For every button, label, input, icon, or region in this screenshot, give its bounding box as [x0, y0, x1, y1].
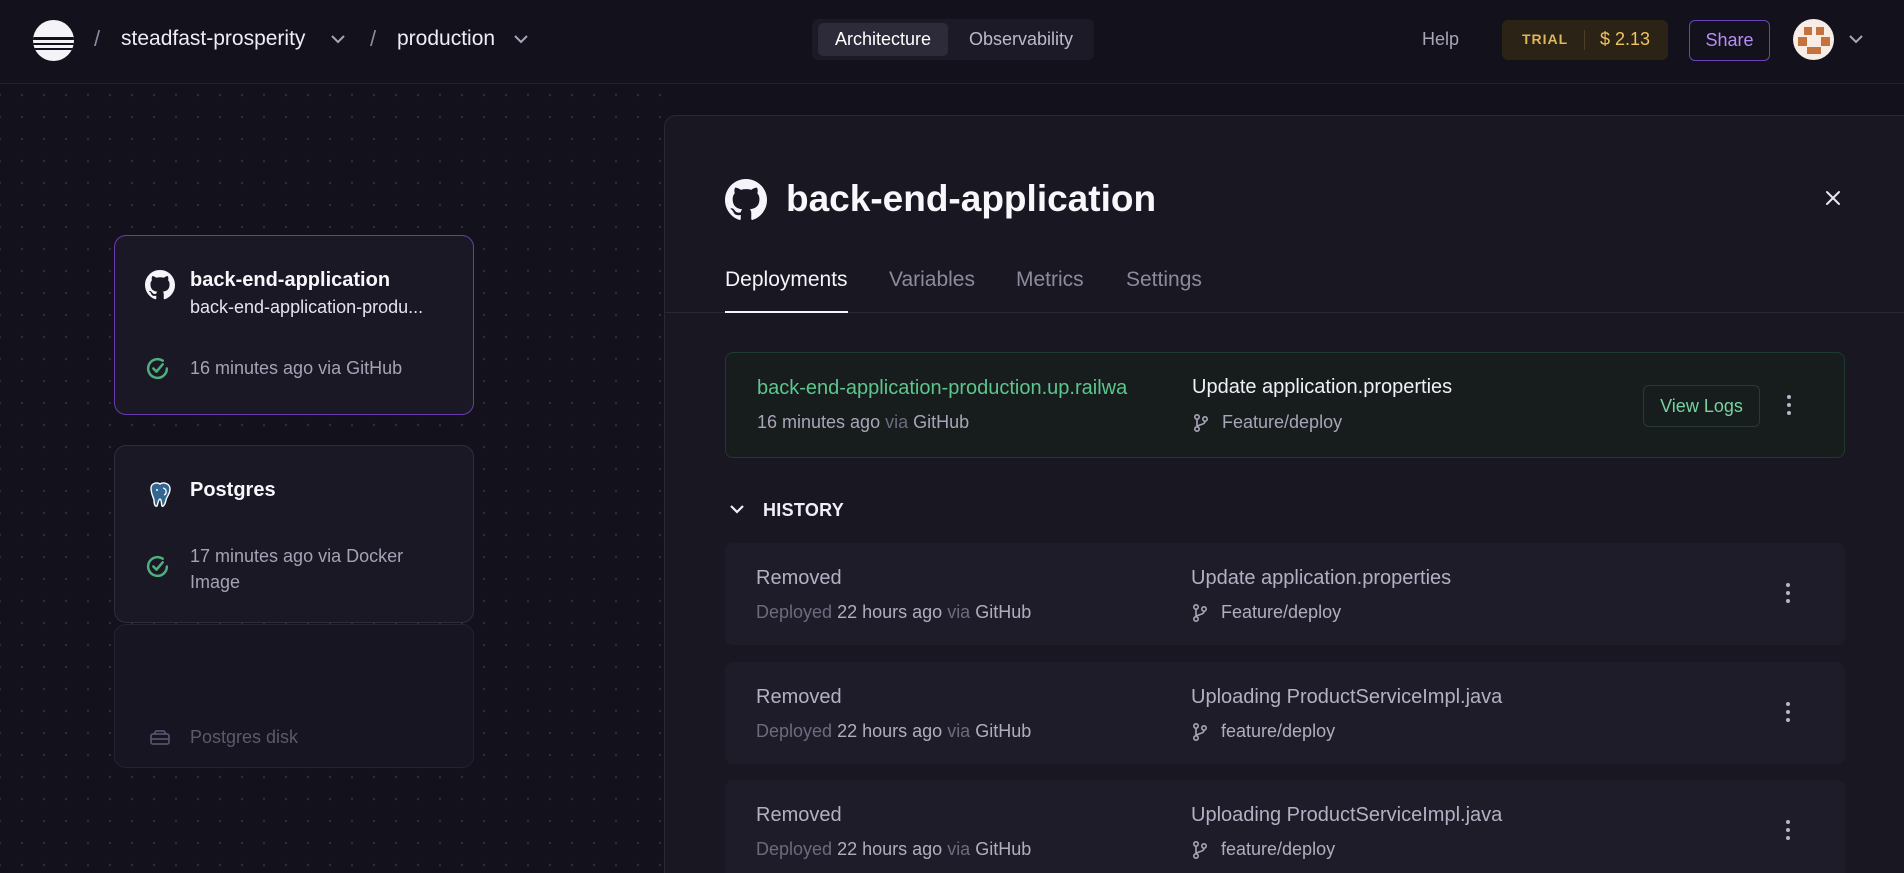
active-deployment-card[interactable]: back-end-application-production.up.railw… — [725, 352, 1845, 458]
deployment-meta: Deployed 22 hours ago via GitHub — [756, 839, 1031, 860]
tab-variables[interactable]: Variables — [889, 268, 975, 313]
more-options-icon[interactable] — [1785, 583, 1791, 605]
commit-message: Update application.properties — [1191, 567, 1452, 589]
git-branch-icon — [1193, 413, 1209, 433]
git-branch-icon — [1192, 840, 1208, 860]
chevron-down-icon — [730, 505, 744, 514]
branch-name: feature/deploy — [1221, 839, 1336, 859]
service-domain: back-end-application-produ... — [190, 297, 424, 317]
git-branch-icon — [1192, 603, 1208, 623]
more-options-icon[interactable] — [1785, 702, 1791, 724]
via-text: via — [947, 721, 971, 741]
volume-label: Postgres disk — [190, 727, 299, 747]
branch-info: feature/deploy — [1191, 839, 1335, 860]
environment-name[interactable]: production — [397, 27, 495, 51]
branch-info: feature/deploy — [1191, 721, 1335, 742]
avatar[interactable] — [1793, 19, 1834, 60]
breadcrumb-separator: / — [370, 26, 377, 51]
share-button[interactable]: Share — [1689, 20, 1770, 61]
panel-title: back-end-application — [786, 178, 1157, 219]
deployed-text: Deployed — [756, 839, 833, 859]
deployment-time: 22 hours ago — [837, 839, 943, 859]
chevron-down-icon[interactable] — [513, 34, 529, 44]
commit-message: Uploading ProductServiceImpl.java — [1191, 686, 1503, 708]
deployment-meta: 16 minutes ago via GitHub — [757, 412, 969, 433]
service-deploy-status: 16 minutes ago via GitHub — [190, 358, 403, 378]
deployment-status: Removed — [756, 567, 842, 589]
deployment-status: Removed — [756, 686, 842, 708]
tab-metrics[interactable]: Metrics — [1016, 268, 1084, 313]
service-title: back-end-application — [190, 269, 391, 291]
history-label: HISTORY — [763, 500, 845, 520]
usage-cost: $ 2.13 — [1600, 29, 1651, 49]
top-nav: / steadfast-prosperity / production Arch… — [0, 0, 1904, 84]
architecture-canvas[interactable]: back-end-application back-end-applicatio… — [0, 84, 666, 873]
deployment-status: Removed — [756, 804, 842, 826]
close-icon[interactable] — [1825, 190, 1841, 206]
via-text: via — [947, 839, 971, 859]
history-row[interactable]: Removed Deployed 22 hours ago via GitHub… — [725, 780, 1845, 873]
chevron-down-icon[interactable] — [330, 34, 346, 44]
via-text: via — [947, 602, 971, 622]
postgres-elephant-icon — [150, 482, 171, 507]
branch-name: Feature/deploy — [1222, 412, 1343, 432]
chevron-down-icon[interactable] — [1848, 34, 1864, 44]
db-deploy-status: 17 minutes ago via Docker Image — [190, 546, 404, 592]
service-detail-panel: back-end-application Deployments Variabl… — [664, 115, 1904, 873]
github-icon — [725, 179, 767, 220]
deployment-source: GitHub — [975, 602, 1032, 622]
history-row[interactable]: Removed Deployed 22 hours ago via GitHub… — [725, 662, 1845, 764]
deployment-meta: Deployed 22 hours ago via GitHub — [756, 721, 1031, 742]
history-row[interactable]: Removed Deployed 22 hours ago via GitHub… — [725, 543, 1845, 645]
check-circle-icon — [146, 357, 169, 380]
commit-message: Uploading ProductServiceImpl.java — [1191, 804, 1503, 826]
panel-tabs: Deployments Variables Metrics Settings — [665, 268, 1904, 313]
history-toggle[interactable]: HISTORY — [729, 500, 844, 521]
deployment-source: GitHub — [975, 839, 1032, 859]
git-branch-icon — [1192, 722, 1208, 742]
deployment-source: GitHub — [913, 412, 970, 432]
db-title: Postgres — [190, 479, 276, 501]
via-text: via — [885, 412, 909, 432]
deployment-time: 22 hours ago — [837, 602, 943, 622]
tab-architecture[interactable]: Architecture — [818, 23, 948, 56]
deployed-text: Deployed — [756, 602, 833, 622]
deployed-text: Deployed — [756, 721, 833, 741]
deployment-time: 16 minutes ago — [757, 412, 881, 432]
branch-info: Feature/deploy — [1192, 412, 1342, 433]
deployment-time: 22 hours ago — [837, 721, 943, 741]
deployment-source: GitHub — [975, 721, 1032, 741]
view-logs-button[interactable]: View Logs — [1643, 385, 1760, 427]
service-card-back-end-application[interactable]: back-end-application back-end-applicatio… — [114, 235, 474, 415]
more-options-icon[interactable] — [1786, 395, 1792, 417]
trial-usage-badge[interactable]: TRIAL $ 2.13 — [1502, 20, 1668, 60]
hard-drive-icon — [150, 730, 170, 745]
branch-name: feature/deploy — [1221, 721, 1336, 741]
service-card-postgres[interactable]: Postgres 17 minutes ago via Docker Image — [114, 445, 474, 623]
more-options-icon[interactable] — [1785, 820, 1791, 842]
railway-logo-icon[interactable] — [33, 20, 74, 61]
check-circle-icon — [146, 555, 169, 578]
volume-card-postgres-disk[interactable]: Postgres disk — [114, 624, 474, 768]
deployment-meta: Deployed 22 hours ago via GitHub — [756, 602, 1031, 623]
help-link[interactable]: Help — [1422, 29, 1459, 50]
tab-settings[interactable]: Settings — [1126, 268, 1202, 313]
commit-message: Update application.properties — [1192, 376, 1453, 398]
github-icon — [145, 270, 175, 300]
breadcrumb-separator: / — [94, 26, 101, 51]
view-switcher: Architecture Observability — [812, 19, 1094, 60]
project-name[interactable]: steadfast-prosperity — [121, 27, 305, 51]
deployment-url-link[interactable]: back-end-application-production.up.railw… — [757, 377, 1162, 400]
tab-deployments[interactable]: Deployments — [725, 268, 848, 313]
trial-label: TRIAL — [1522, 31, 1569, 47]
tab-observability[interactable]: Observability — [954, 23, 1088, 56]
branch-name: Feature/deploy — [1221, 602, 1342, 622]
branch-info: Feature/deploy — [1191, 602, 1341, 623]
